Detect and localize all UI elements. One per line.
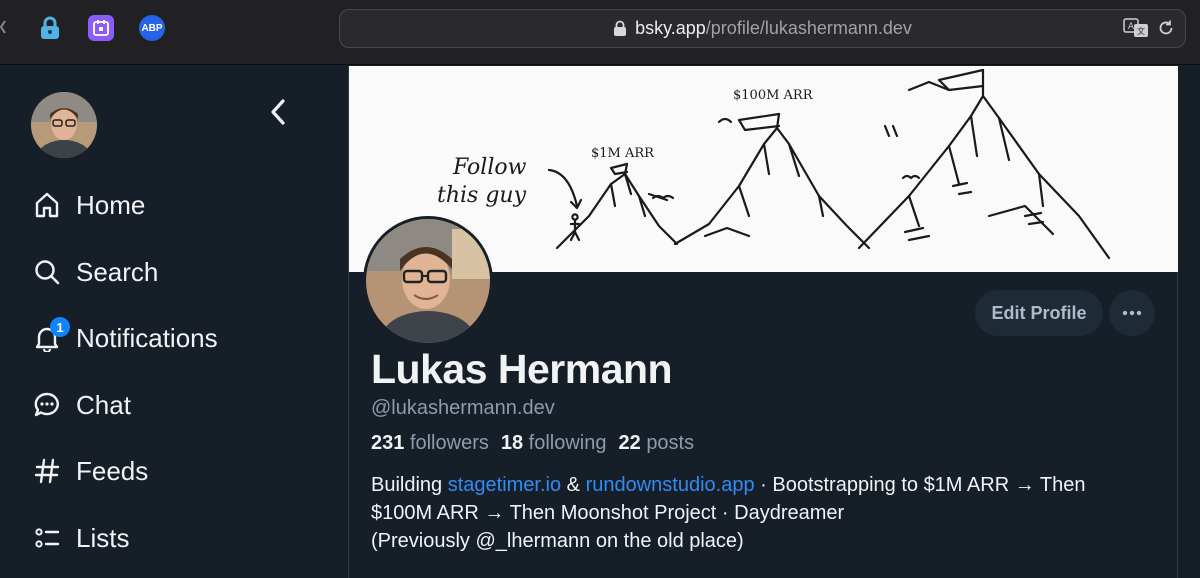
- profile-stats: 231 followers 18 following 22 posts: [371, 432, 694, 455]
- followers-link[interactable]: 231 followers: [371, 432, 489, 455]
- profile-name: Lukas Hermann: [371, 346, 673, 392]
- translate-icon[interactable]: A 文: [1123, 18, 1149, 38]
- sidebar-item-home[interactable]: Home: [32, 185, 145, 225]
- reload-icon[interactable]: [1157, 19, 1175, 37]
- sidebar-item-label: Search: [76, 256, 159, 287]
- sidebar-item-chat[interactable]: Chat: [32, 385, 131, 425]
- following-count: 18: [500, 432, 524, 454]
- notification-badge: 1: [50, 317, 70, 337]
- sidebar-item-notifications[interactable]: 1 Notifications: [32, 317, 218, 358]
- banner-follow-text-2: this guy: [437, 183, 527, 208]
- profile-column: Follow this guy $1M ARR $100M ARR Edit P…: [348, 66, 1178, 578]
- following-link[interactable]: 18 following: [501, 432, 607, 455]
- address-bar[interactable]: bsky.app/profile/lukashermann.dev A 文: [339, 9, 1186, 48]
- list-icon: [32, 523, 62, 553]
- chevron-left-icon[interactable]: [0, 20, 6, 34]
- sidebar-item-label: Chat: [76, 389, 131, 420]
- posts-stat: 22 posts: [619, 432, 695, 455]
- profile-avatar[interactable]: [363, 216, 493, 346]
- profile-handle: @lukashermann.dev: [371, 397, 555, 419]
- followers-count: 231: [371, 432, 405, 454]
- chevron-left-icon: [271, 99, 285, 125]
- edit-profile-button[interactable]: Edit Profile: [975, 290, 1103, 336]
- following-label: following: [528, 432, 607, 454]
- bio-line3: (Previously @_lhermann on the old place): [371, 530, 744, 552]
- sidebar: Home Search 1 Notifications Chat Feeds L…: [0, 66, 348, 578]
- bio-link-stagetimer[interactable]: stagetimer.io: [448, 474, 561, 496]
- svg-text:A: A: [1128, 22, 1135, 32]
- sidebar-item-label: Feeds: [76, 455, 149, 486]
- calendar-icon: [93, 20, 109, 36]
- home-icon: [32, 190, 62, 220]
- lock-extension-button[interactable]: [37, 15, 63, 41]
- bio-line1-rest: · Bootstrapping to $1M ARR → Then: [754, 474, 1086, 496]
- chat-icon: [32, 390, 62, 420]
- sidebar-item-label: Notifications: [76, 322, 218, 353]
- ellipsis-icon: [1122, 310, 1142, 316]
- hash-icon: [32, 456, 62, 486]
- url-host: bsky.app: [635, 18, 706, 38]
- bell-icon: 1: [32, 317, 70, 353]
- bio-line2: $100M ARR → Then Moonshot Project · Dayd…: [371, 502, 845, 524]
- sidebar-item-label: Lists: [76, 522, 130, 553]
- padlock-icon: [41, 16, 59, 39]
- adblock-extension-button[interactable]: ABP: [139, 15, 165, 41]
- sidebar-item-lists[interactable]: Lists: [32, 518, 129, 558]
- profile-bio: Building stagetimer.io & rundownstudio.a…: [371, 471, 1171, 555]
- url-path: /profile/lukashermann.dev: [705, 18, 912, 38]
- browser-toolbar: ABP bsky.app/profile/lukashermann.dev A …: [0, 0, 1200, 65]
- more-options-button[interactable]: [1109, 290, 1155, 336]
- bio-link-rundownstudio[interactable]: rundownstudio.app: [586, 474, 755, 496]
- followers-label: followers: [409, 432, 489, 454]
- banner-peak-small-label: $1M ARR: [591, 146, 655, 161]
- banner-peak-large-label: $100M ARR: [733, 88, 814, 103]
- sidebar-item-feeds[interactable]: Feeds: [32, 451, 148, 491]
- search-icon: [32, 257, 62, 287]
- bio-prefix: Building: [371, 474, 448, 496]
- user-avatar[interactable]: [31, 92, 97, 158]
- lock-icon: [614, 20, 627, 36]
- bio-amp: &: [561, 474, 586, 496]
- collapse-sidebar-button[interactable]: [264, 98, 292, 126]
- sidebar-item-label: Home: [76, 189, 146, 220]
- posts-label: posts: [646, 432, 695, 454]
- abp-label: ABP: [141, 22, 163, 34]
- calendar-extension-button[interactable]: [88, 15, 114, 41]
- sidebar-item-search[interactable]: Search: [32, 252, 158, 292]
- banner-follow-text: Follow: [452, 155, 527, 180]
- svg-text:文: 文: [1137, 26, 1145, 36]
- posts-count: 22: [618, 432, 641, 454]
